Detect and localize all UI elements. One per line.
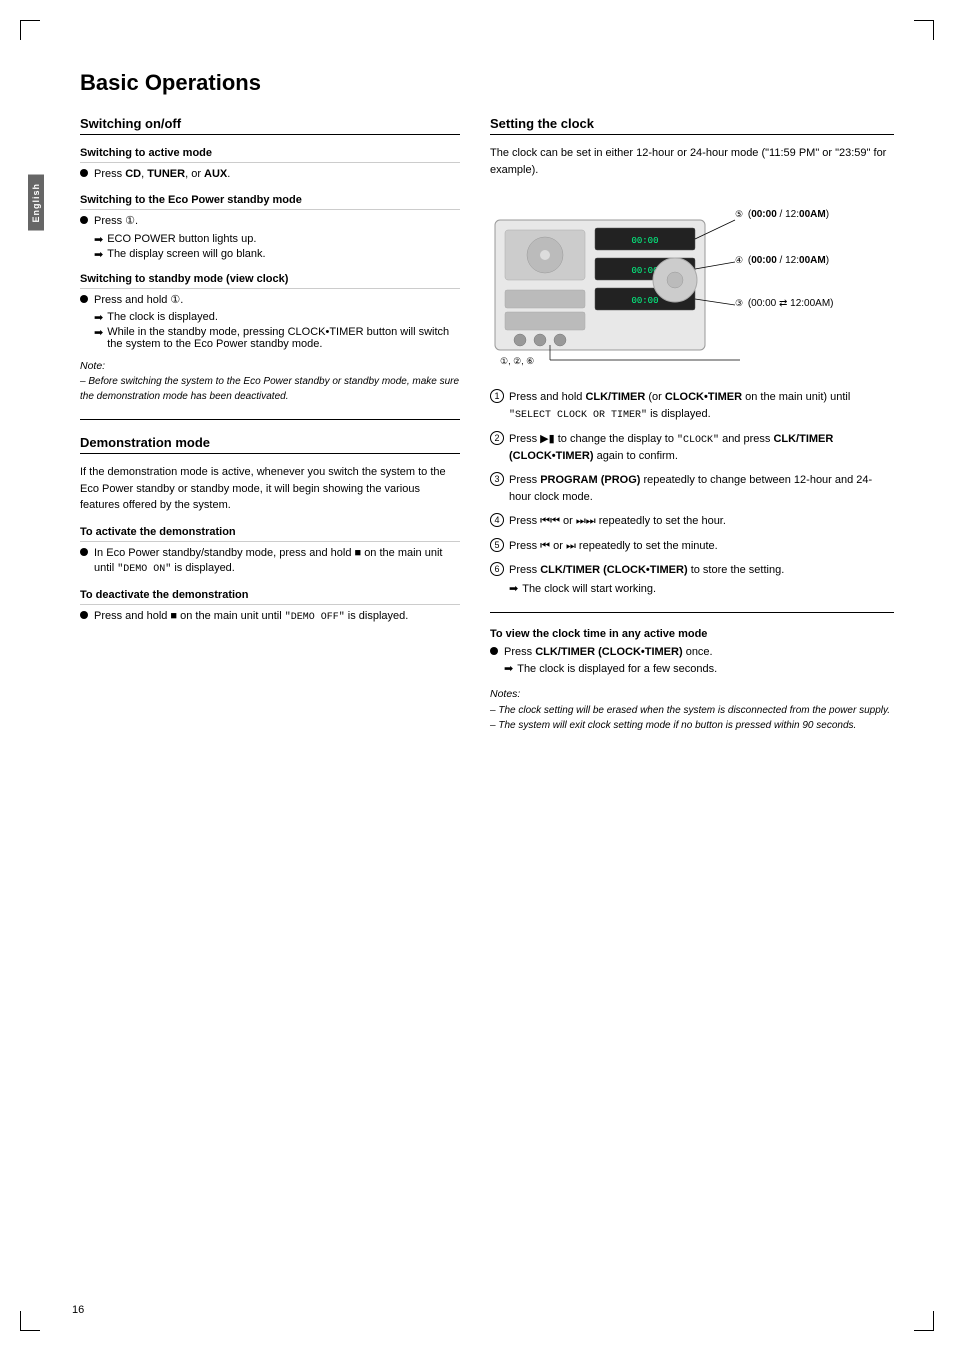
numbered-steps: 1 Press and hold CLK/TIMER (or CLOCK•TIM… [490,389,894,597]
sub-standby-clock: Switching to standby mode (view clock) [80,273,460,289]
notes-title: Notes: [490,688,894,700]
bullet-active-mode: Press CD, TUNER, or AUX. [80,167,460,182]
bullet-deactivate-demo: Press and hold ■ on the main unit until … [80,609,460,625]
step-5: 5 Press ⏮ or ⏭ repeatedly to set the min… [490,538,894,555]
note-title-1: Note: [80,360,460,372]
standby-arrow-2: While in the standby mode, pressing CLOC… [107,326,460,350]
section-clock-heading: Setting the clock [490,116,894,135]
step-3: 3 Press PROGRAM (PROG) repeatedly to cha… [490,472,894,505]
page-number: 16 [72,1304,84,1316]
arrow-eco-1: ➡ ECO POWER button lights up. [94,233,460,246]
bullet-dot-6 [490,647,498,655]
device-illustration: 00:00 00:00 00:00 [490,190,860,375]
active-mode-text: Press CD, TUNER, or AUX. [94,167,460,182]
step-6-text: Press CLK/TIMER (CLOCK•TIMER) to store t… [509,562,894,597]
notes-section: Notes: – The clock setting will be erase… [490,688,894,733]
step-num-5: 5 [490,538,504,552]
step-3-text: Press PROGRAM (PROG) repeatedly to chang… [509,472,894,505]
arrow-sym-2: ➡ [94,248,103,261]
arrow-sym-step6: ➡ [509,581,518,598]
callout-5: ⑤ (00:00 / 12:00AM) [735,208,829,222]
sub-active-mode: Switching to active mode [80,147,460,163]
step-num-4: 4 [490,513,504,527]
activate-demo-text: In Eco Power standby/standby mode, press… [94,546,460,577]
bullet-dot-5 [80,611,88,619]
bullet-dot-1 [80,169,88,177]
step-2: 2 Press ▶▮ to change the display to "CLO… [490,431,894,465]
note-text-1: – Before switching the system to the Eco… [80,374,460,404]
standby-text: Press and hold ①. [94,293,460,308]
step-1-text: Press and hold CLK/TIMER (or CLOCK•TIMER… [509,389,894,423]
divider-2 [490,612,894,613]
demo-intro: If the demonstration mode is active, whe… [80,464,460,514]
view-clock-text: Press CLK/TIMER (CLOCK•TIMER) once. ➡ Th… [504,645,894,678]
callout-4: ④ (00:00 / 12:00AM) [735,254,829,268]
eco-power-text: Press ①. [94,214,460,229]
arrow-standby-1: ➡ The clock is displayed. [94,311,460,324]
step-2-text: Press ▶▮ to change the display to "CLOCK… [509,431,894,465]
page-title: Basic Operations [80,70,894,96]
step-num-6: 6 [490,562,504,576]
note-item-1: – The clock setting will be erased when … [490,703,894,718]
divider-1 [80,419,460,420]
right-column: Setting the clock The clock can be set i… [490,116,894,733]
eco-arrow-text-1: ECO POWER button lights up. [107,233,256,245]
arrow-standby-2: ➡ While in the standby mode, pressing CL… [94,326,460,350]
left-column: Switching on/off Switching to active mod… [80,116,460,733]
section-switching-heading: Switching on/off [80,116,460,135]
arrow-eco-2: ➡ The display screen will go blank. [94,248,460,261]
step-num-2: 2 [490,431,504,445]
deactivate-demo-text: Press and hold ■ on the main unit until … [94,609,460,625]
step-6-arrow: The clock will start working. [522,581,656,598]
step-5-text: Press ⏮ or ⏭ repeatedly to set the minut… [509,538,894,555]
section-demo-heading: Demonstration mode [80,435,460,454]
step-num-1: 1 [490,389,504,403]
svg-text:00:00: 00:00 [631,236,658,246]
note-item-2: – The system will exit clock setting mod… [490,718,894,733]
bullet-eco-power: Press ①. [80,214,460,229]
arrow-sym-1: ➡ [94,233,103,246]
bullet-view-clock: Press CLK/TIMER (CLOCK•TIMER) once. ➡ Th… [490,645,894,678]
step-num-3: 3 [490,472,504,486]
view-clock-arrow: The clock is displayed for a few seconds… [517,662,717,677]
sub-eco-power: Switching to the Eco Power standby mode [80,194,460,210]
bullet-dot-2 [80,216,88,224]
sub-view-clock: To view the clock time in any active mod… [490,628,894,640]
bullet-activate-demo: In Eco Power standby/standby mode, press… [80,546,460,577]
standby-arrow-1: The clock is displayed. [107,311,218,323]
step-4-text: Press ⏮⏮ or ⏭⏭ repeatedly to set the hou… [509,513,894,530]
sub-deactivate-demo: To deactivate the demonstration [80,589,460,605]
step-4: 4 Press ⏮⏮ or ⏭⏭ repeatedly to set the h… [490,513,894,530]
note-section-1: Note: – Before switching the system to t… [80,360,460,404]
arrow-sym-4: ➡ [94,326,103,339]
callout-126: ①, ②, ⑥ [500,355,534,369]
step-6: 6 Press CLK/TIMER (CLOCK•TIMER) to store… [490,562,894,597]
sub-activate-demo: To activate the demonstration [80,526,460,542]
bullet-dot-3 [80,295,88,303]
svg-text:00:00: 00:00 [631,296,658,306]
clock-intro: The clock can be set in either 12-hour o… [490,145,894,178]
arrow-sym-view: ➡ [504,662,513,677]
callout-3: ③ (00:00 ⇄ 12:00AM) [735,297,834,311]
bullet-dot-4 [80,548,88,556]
eco-arrow-text-2: The display screen will go blank. [107,248,265,260]
bullet-standby: Press and hold ①. [80,293,460,308]
step-1: 1 Press and hold CLK/TIMER (or CLOCK•TIM… [490,389,894,423]
arrow-sym-3: ➡ [94,311,103,324]
